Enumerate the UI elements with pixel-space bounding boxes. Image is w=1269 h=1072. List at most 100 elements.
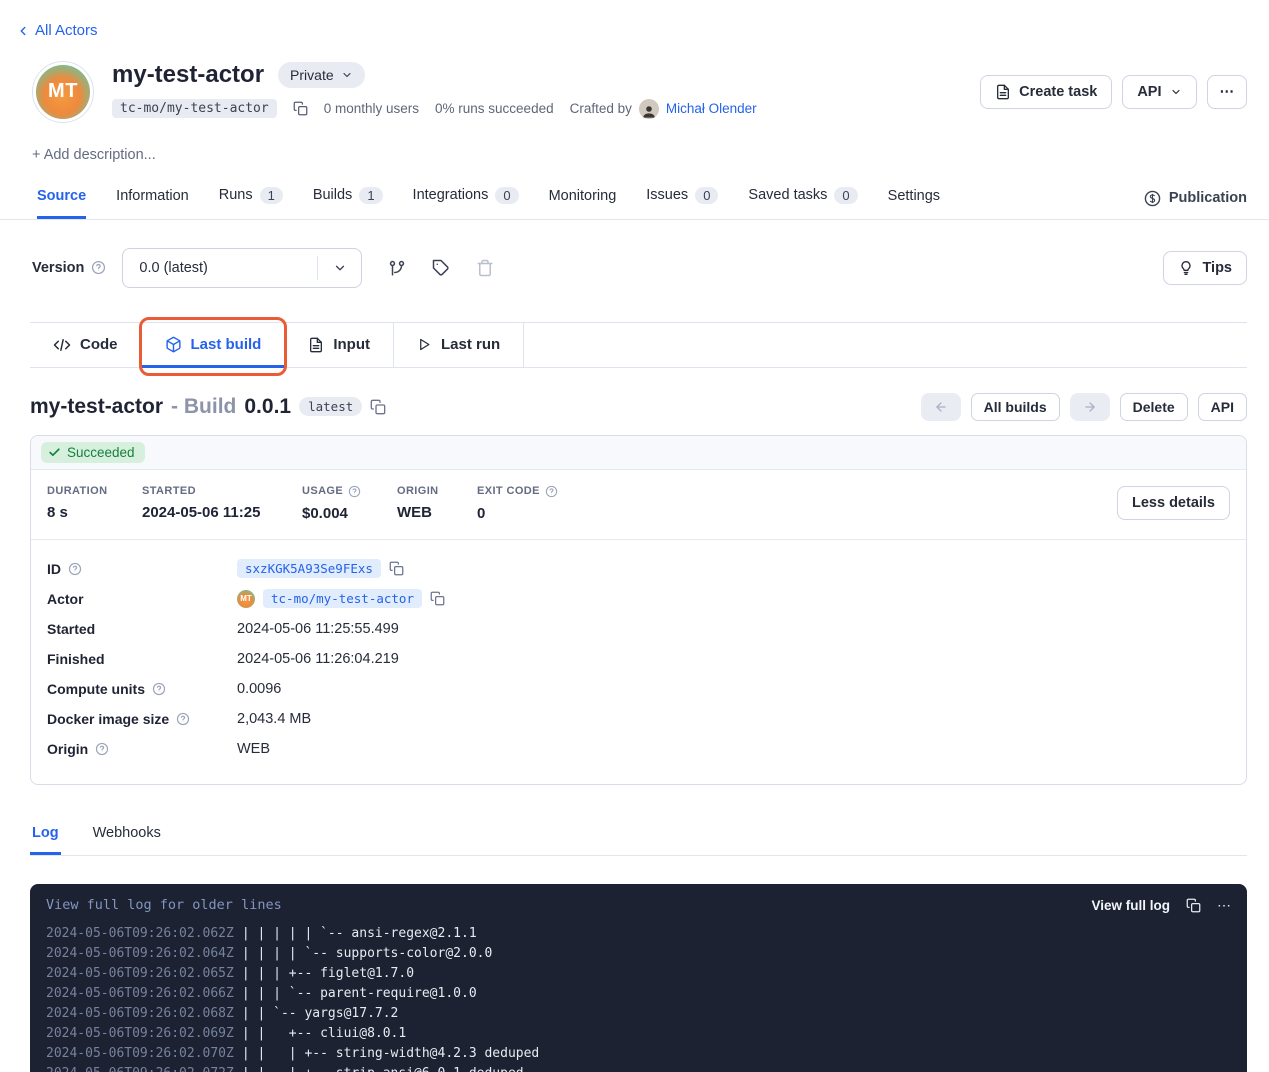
build-id-value[interactable]: sxzKGK5A93Se9FExs xyxy=(237,559,381,578)
status-label: Succeeded xyxy=(67,445,135,460)
git-branch-icon[interactable] xyxy=(388,259,406,277)
copy-actor-icon[interactable] xyxy=(430,591,445,606)
log-lines[interactable]: 2024-05-06T09:26:02.062Z| | | | | `-- an… xyxy=(30,918,1247,1072)
runs-count-badge: 1 xyxy=(260,187,283,204)
help-icon[interactable] xyxy=(95,742,109,756)
all-builds-button[interactable]: All builds xyxy=(971,393,1060,421)
exit-code-value: 0 xyxy=(477,505,558,522)
build-title-separator: - Build xyxy=(171,395,236,419)
tab-issues[interactable]: Issues0 xyxy=(646,179,718,219)
view-older-lines-link[interactable]: View full log for older lines xyxy=(46,897,282,913)
version-select[interactable]: 0.0 (latest) xyxy=(122,248,362,288)
log-more-icon[interactable]: ⋯ xyxy=(1217,897,1231,914)
tab-source[interactable]: Source xyxy=(37,180,86,219)
finished-value: 2024-05-06 11:26:04.219 xyxy=(237,651,399,667)
trash-icon[interactable] xyxy=(476,259,494,277)
id-label: ID xyxy=(47,561,61,577)
help-icon[interactable] xyxy=(152,682,166,696)
saved-tasks-count-badge: 0 xyxy=(834,187,857,204)
origin-detail-value: WEB xyxy=(237,741,270,757)
copy-log-icon[interactable] xyxy=(1186,898,1201,913)
log-line: 2024-05-06T09:26:02.068Z| | `-- yargs@17… xyxy=(46,1004,1231,1024)
version-label: Version xyxy=(32,260,84,276)
detail-row-docker-image-size: Docker image size 2,043.4 MB xyxy=(47,704,1230,734)
api-dropdown-button[interactable]: API xyxy=(1122,75,1196,109)
tab-log[interactable]: Log xyxy=(30,819,61,855)
copy-slug-icon[interactable] xyxy=(293,101,308,116)
code-icon xyxy=(53,338,71,352)
prev-build-button[interactable] xyxy=(921,393,961,421)
tab-builds[interactable]: Builds1 xyxy=(313,179,383,219)
tab-saved-tasks[interactable]: Saved tasks0 xyxy=(748,179,857,219)
tips-label: Tips xyxy=(1202,260,1232,276)
help-icon[interactable] xyxy=(91,260,106,275)
back-to-all-actors-link[interactable]: All Actors xyxy=(16,22,98,39)
delete-build-button[interactable]: Delete xyxy=(1120,393,1188,421)
actor-mini-avatar: MT xyxy=(237,590,255,608)
log-line: 2024-05-06T09:26:02.062Z| | | | | `-- an… xyxy=(46,924,1231,944)
build-log-terminal: View full log for older lines View full … xyxy=(30,884,1247,1072)
detail-row-compute-units: Compute units 0.0096 xyxy=(47,674,1230,704)
publication-label: Publication xyxy=(1169,190,1247,206)
log-line: 2024-05-06T09:26:02.066Z| | | `-- parent… xyxy=(46,984,1231,1004)
duration-value: 8 s xyxy=(47,504,142,521)
tag-icon[interactable] xyxy=(432,259,450,277)
origin-detail-label: Origin xyxy=(47,741,88,757)
lightbulb-icon xyxy=(1178,260,1194,276)
tips-button[interactable]: Tips xyxy=(1163,251,1247,285)
detail-row-finished: Finished 2024-05-06 11:26:04.219 xyxy=(47,644,1230,674)
dollar-circle-icon xyxy=(1144,190,1161,207)
subtab-input[interactable]: Input xyxy=(285,323,394,367)
log-line: 2024-05-06T09:26:02.072Z| | | +-- strip-… xyxy=(46,1064,1231,1072)
help-icon[interactable] xyxy=(348,485,361,498)
log-line: 2024-05-06T09:26:02.065Z| | | +-- figlet… xyxy=(46,964,1231,984)
detail-row-origin: Origin WEB xyxy=(47,734,1230,764)
tab-integrations[interactable]: Integrations0 xyxy=(413,179,519,219)
tab-webhooks[interactable]: Webhooks xyxy=(91,819,163,855)
copy-build-id-icon[interactable] xyxy=(389,561,404,576)
file-text-icon xyxy=(308,337,324,353)
actor-link-pill[interactable]: tc-mo/my-test-actor xyxy=(263,589,422,608)
started-value: 2024-05-06 11:25 xyxy=(142,504,302,521)
actor-build-page: All Actors MT my-test-actor Private tc-m… xyxy=(0,0,1269,1072)
exit-code-label: EXIT CODE xyxy=(477,485,540,497)
subtab-last-run[interactable]: Last run xyxy=(394,323,524,367)
help-icon[interactable] xyxy=(68,562,82,576)
tab-information[interactable]: Information xyxy=(116,180,189,219)
compute-units-value: 0.0096 xyxy=(237,681,281,697)
less-details-button[interactable]: Less details xyxy=(1117,486,1230,520)
docker-image-size-label: Docker image size xyxy=(47,711,169,727)
back-link-label: All Actors xyxy=(35,22,98,39)
view-full-log-button[interactable]: View full log xyxy=(1091,898,1170,913)
build-api-button[interactable]: API xyxy=(1198,393,1247,421)
ellipsis-icon: ⋯ xyxy=(1220,84,1235,100)
add-description-button[interactable]: + Add description... xyxy=(32,147,156,163)
help-icon[interactable] xyxy=(176,712,190,726)
visibility-dropdown[interactable]: Private xyxy=(278,62,365,88)
publication-link[interactable]: Publication xyxy=(1144,190,1247,219)
actor-slug: tc-mo/my-test-actor xyxy=(112,99,277,118)
tab-runs[interactable]: Runs1 xyxy=(219,179,283,219)
next-build-button[interactable] xyxy=(1070,393,1110,421)
tab-settings[interactable]: Settings xyxy=(888,180,940,219)
chevron-down-icon xyxy=(317,256,361,280)
chevron-left-icon xyxy=(16,24,30,38)
page-title: my-test-actor xyxy=(112,61,264,89)
author-avatar xyxy=(639,99,659,119)
version-bar: Version 0.0 (latest) xyxy=(32,248,1247,288)
subtab-code[interactable]: Code xyxy=(30,323,142,367)
subtab-last-build[interactable]: Last build xyxy=(142,323,286,367)
version-selected-value: 0.0 (latest) xyxy=(123,260,317,276)
help-icon[interactable] xyxy=(545,485,558,498)
integrations-count-badge: 0 xyxy=(495,187,518,204)
author-link[interactable]: Michał Olender xyxy=(666,101,757,116)
build-version-number: 0.0.1 xyxy=(244,395,291,419)
latest-badge: latest xyxy=(299,397,362,416)
log-line: 2024-05-06T09:26:02.064Z| | | | `-- supp… xyxy=(46,944,1231,964)
tab-monitoring[interactable]: Monitoring xyxy=(549,180,617,219)
copy-build-icon[interactable] xyxy=(370,399,386,415)
chevron-down-icon xyxy=(1170,86,1182,98)
compute-units-label: Compute units xyxy=(47,681,145,697)
more-actions-button[interactable]: ⋯ xyxy=(1207,75,1248,109)
create-task-button[interactable]: Create task xyxy=(980,75,1112,109)
